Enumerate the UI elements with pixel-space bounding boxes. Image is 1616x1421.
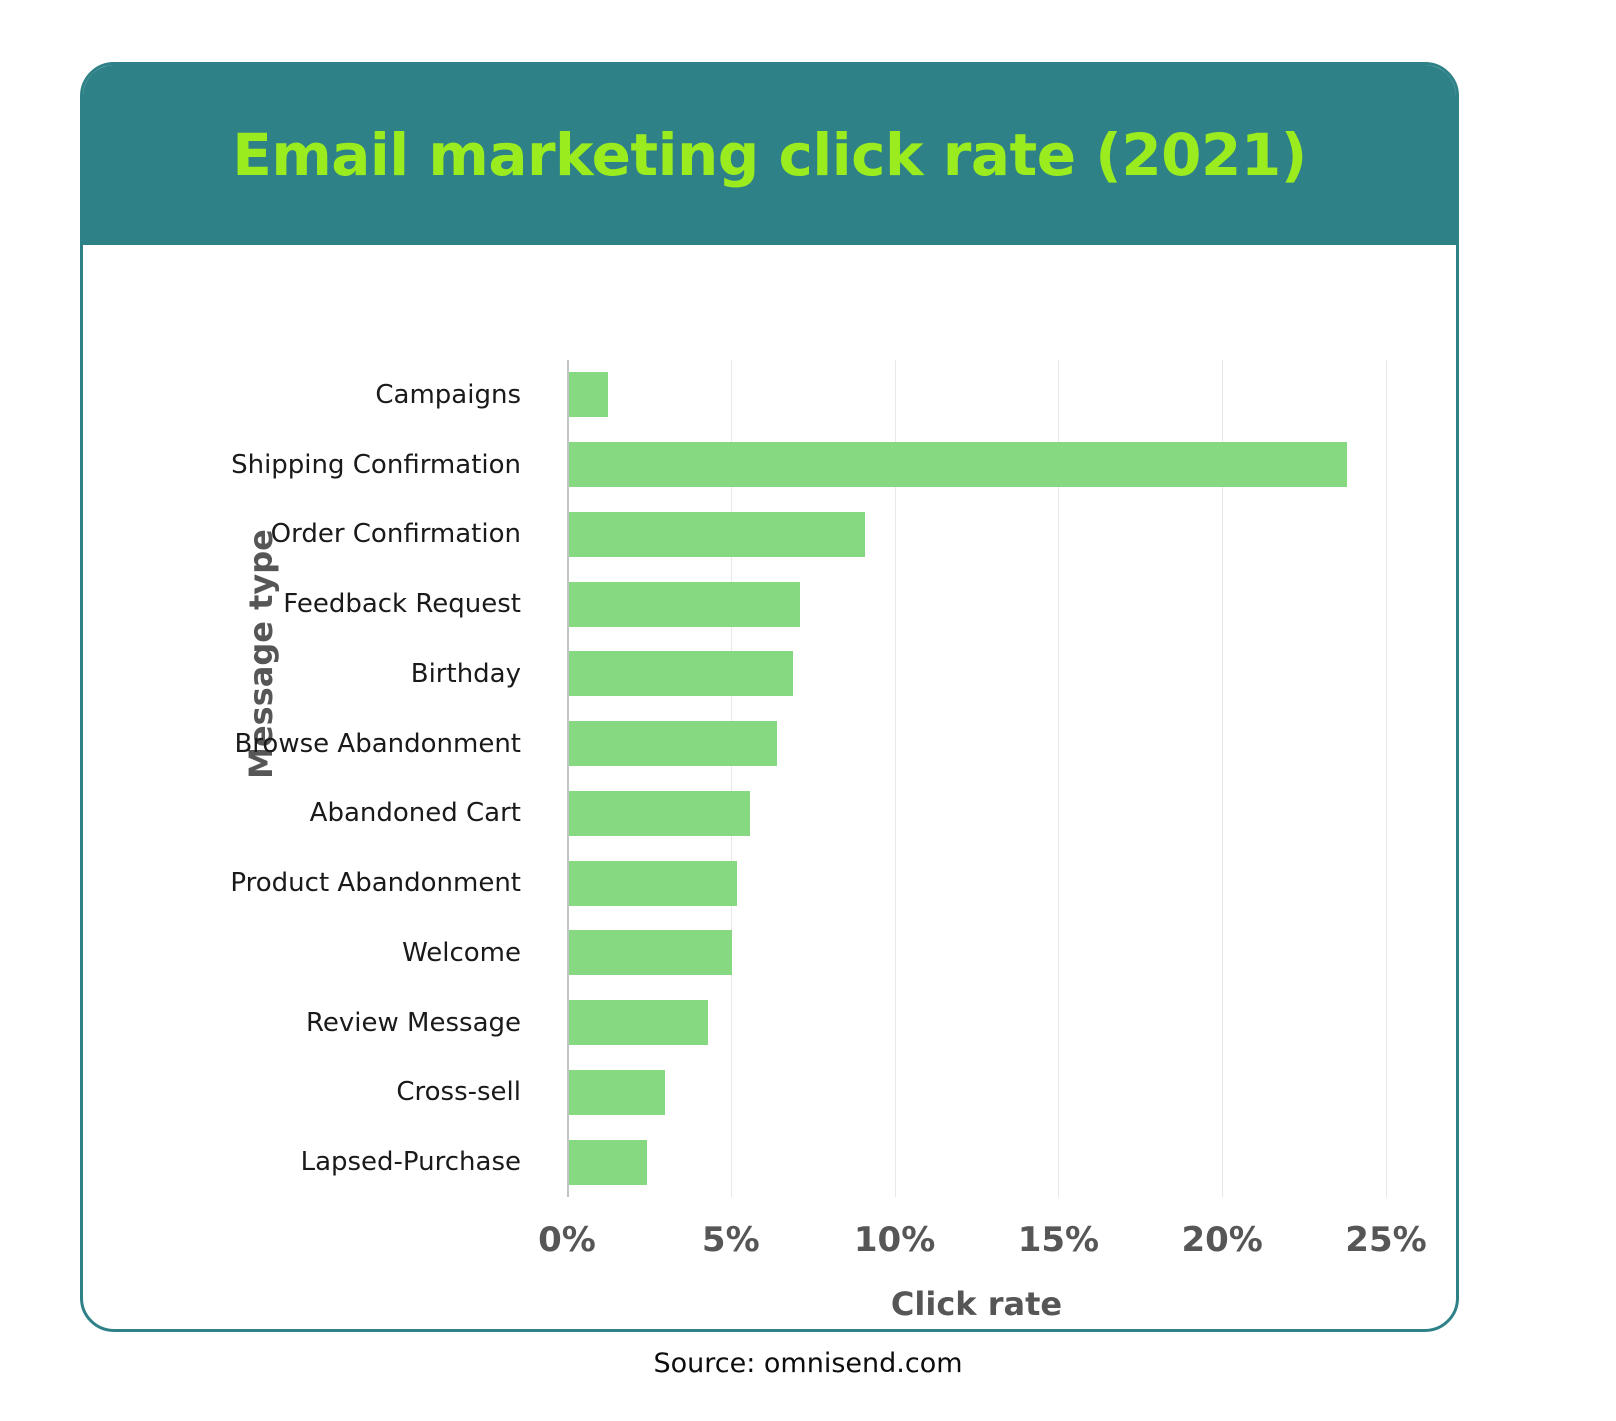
bar	[567, 1139, 648, 1185]
bar-series	[567, 360, 1386, 1197]
bar-row	[567, 918, 1386, 988]
x-tick-label: 5%	[701, 1220, 760, 1260]
bar	[567, 581, 800, 627]
chart-page: Email marketing click rate (2021) Messag…	[0, 0, 1616, 1421]
bar	[567, 442, 1347, 488]
category-label: Feedback Request	[283, 589, 521, 620]
bar-row	[567, 1127, 1386, 1197]
category-label-row: Product Abandonment	[83, 848, 567, 918]
category-label-row: Birthday	[83, 639, 567, 709]
x-tick-label: 15%	[1017, 1220, 1100, 1260]
bar	[567, 372, 608, 418]
gridline	[1386, 360, 1387, 1197]
plot-area	[567, 360, 1387, 1197]
category-label-row: Cross-sell	[83, 1058, 567, 1128]
bar	[567, 860, 738, 906]
category-label-row: Feedback Request	[83, 569, 567, 639]
category-label: Birthday	[410, 658, 521, 689]
category-label-row: Browse Abandonment	[83, 709, 567, 779]
category-label-row: Order Confirmation	[83, 500, 567, 570]
chart-header-band: Email marketing click rate (2021)	[83, 65, 1456, 245]
category-label: Product Abandonment	[230, 868, 521, 899]
category-label: Campaigns	[375, 379, 521, 410]
bar	[567, 790, 751, 836]
bar-row	[567, 709, 1386, 779]
category-label-row: Abandoned Cart	[83, 779, 567, 849]
category-label: Lapsed-Purchase	[300, 1147, 521, 1178]
y-axis-line	[567, 360, 569, 1197]
x-tick-label: 20%	[1181, 1220, 1263, 1260]
chart-card: Email marketing click rate (2021) Messag…	[80, 62, 1459, 1332]
category-label: Review Message	[306, 1007, 521, 1038]
category-label-row: Welcome	[83, 918, 567, 988]
x-axis-tick-labels: 0% 5% 10% 15% 20% 25%	[538, 1220, 1427, 1270]
bar-row	[567, 360, 1386, 430]
x-tick-label: 10%	[853, 1220, 936, 1260]
category-label-row: Lapsed-Purchase	[83, 1127, 567, 1197]
category-label: Abandoned Cart	[309, 798, 521, 829]
chart-body: Message type Campaigns Shipping Confirmat…	[83, 245, 1456, 1329]
category-label: Shipping Confirmation	[231, 449, 521, 480]
category-label-row: Review Message	[83, 988, 567, 1058]
x-tick-label: 25%	[1345, 1220, 1427, 1260]
bar	[567, 930, 733, 976]
page-title: Email marketing click rate (2021)	[232, 121, 1307, 189]
category-label: Browse Abandonment	[234, 728, 521, 759]
bar-row	[567, 1058, 1386, 1128]
category-label-row: Campaigns	[83, 360, 567, 430]
bar-row	[567, 430, 1386, 500]
category-label-row: Shipping Confirmation	[83, 430, 567, 500]
bar-row	[567, 500, 1386, 570]
bar-row	[567, 569, 1386, 639]
x-axis-title: Click rate	[890, 1285, 1063, 1323]
bar	[567, 721, 777, 767]
bar	[567, 1069, 666, 1115]
bar	[567, 511, 866, 557]
bar-row	[567, 848, 1386, 918]
bar-row	[567, 779, 1386, 849]
bar-row	[567, 639, 1386, 709]
bar-row	[567, 988, 1386, 1058]
source-note: Source: omnisend.com	[653, 1348, 963, 1379]
category-label: Order Confirmation	[270, 519, 521, 550]
bar	[567, 1000, 708, 1046]
y-axis-category-labels: Campaigns Shipping Confirmation Order Conf…	[83, 360, 567, 1197]
category-label: Cross-sell	[396, 1077, 521, 1108]
category-label: Welcome	[402, 937, 521, 968]
x-tick-label: 0%	[538, 1220, 596, 1260]
bar	[567, 651, 794, 697]
